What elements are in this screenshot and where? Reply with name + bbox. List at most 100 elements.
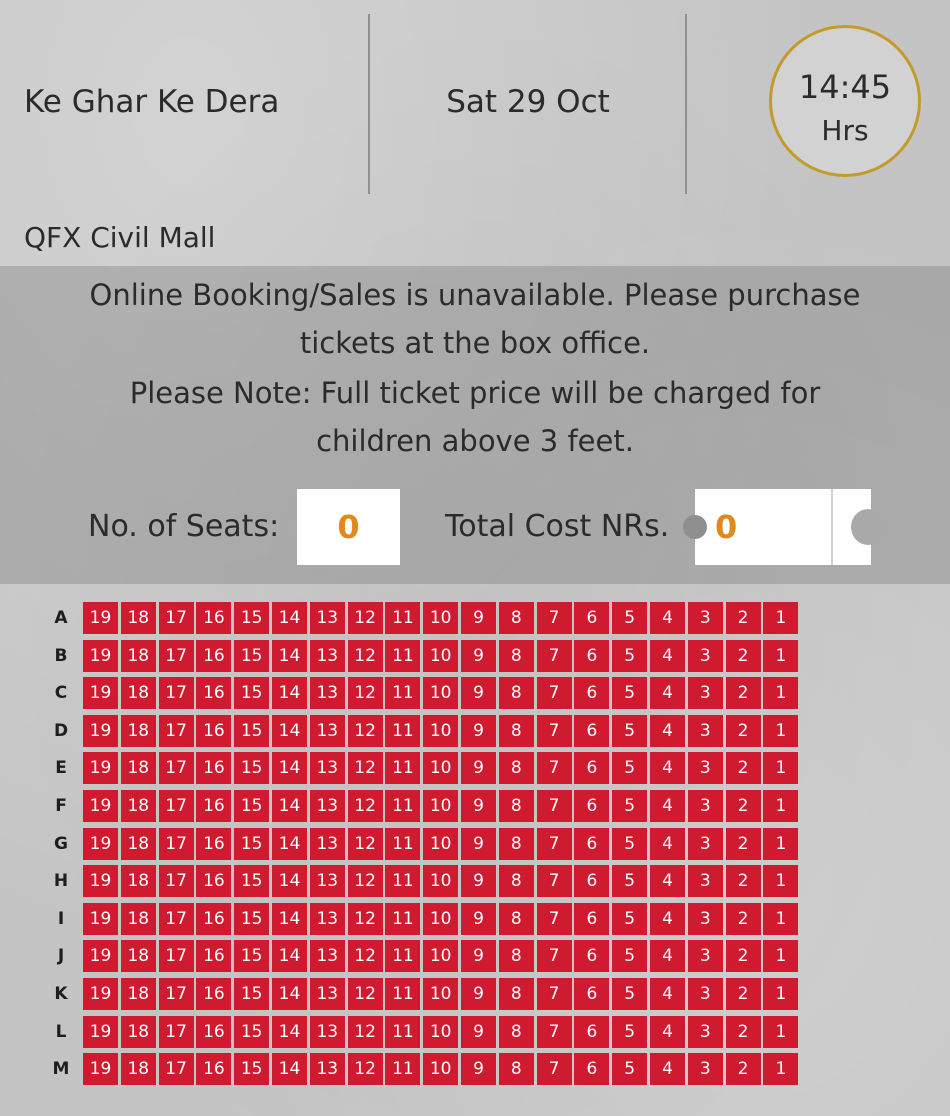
seat-d5[interactable]: 5: [612, 714, 648, 747]
seat-e3[interactable]: 3: [687, 752, 723, 785]
seat-c18[interactable]: 18: [120, 677, 156, 710]
seat-g3[interactable]: 3: [687, 827, 723, 860]
seat-a11[interactable]: 11: [385, 602, 421, 634]
seat-a3[interactable]: 3: [687, 602, 723, 634]
seat-j14[interactable]: 14: [272, 940, 307, 973]
seat-d12[interactable]: 12: [347, 714, 383, 747]
seat-g12[interactable]: 12: [347, 827, 383, 860]
seat-g5[interactable]: 5: [612, 827, 648, 860]
seat-f18[interactable]: 18: [120, 790, 156, 822]
seat-j19[interactable]: 19: [83, 940, 118, 973]
seat-d4[interactable]: 4: [650, 714, 685, 747]
seat-k11[interactable]: 11: [385, 978, 421, 1010]
seat-l15[interactable]: 15: [234, 1015, 270, 1048]
seat-c7[interactable]: 7: [536, 677, 572, 710]
seat-k3[interactable]: 3: [687, 978, 723, 1010]
seat-h19[interactable]: 19: [83, 865, 118, 898]
seat-h5[interactable]: 5: [612, 865, 648, 898]
seat-c15[interactable]: 15: [234, 677, 270, 710]
seat-f9[interactable]: 9: [461, 790, 496, 822]
seat-m14[interactable]: 14: [272, 1053, 307, 1086]
seat-m3[interactable]: 3: [687, 1053, 723, 1086]
seat-g4[interactable]: 4: [650, 827, 685, 860]
seat-d10[interactable]: 10: [423, 714, 459, 747]
seat-k6[interactable]: 6: [574, 978, 610, 1010]
seat-d18[interactable]: 18: [120, 714, 156, 747]
seat-l16[interactable]: 16: [196, 1015, 232, 1048]
seat-c14[interactable]: 14: [272, 677, 307, 710]
seat-k14[interactable]: 14: [272, 978, 307, 1010]
seat-g8[interactable]: 8: [498, 827, 534, 860]
seat-f12[interactable]: 12: [347, 790, 383, 822]
seat-f11[interactable]: 11: [385, 790, 421, 822]
seat-m18[interactable]: 18: [120, 1053, 156, 1086]
seat-a7[interactable]: 7: [536, 602, 572, 634]
seat-e2[interactable]: 2: [725, 752, 761, 785]
seat-j12[interactable]: 12: [347, 940, 383, 973]
seat-c3[interactable]: 3: [687, 677, 723, 710]
seat-i9[interactable]: 9: [461, 902, 496, 935]
seat-c9[interactable]: 9: [461, 677, 496, 710]
seat-a17[interactable]: 17: [158, 602, 194, 634]
seat-d8[interactable]: 8: [498, 714, 534, 747]
seat-b13[interactable]: 13: [309, 639, 345, 672]
seat-e18[interactable]: 18: [120, 752, 156, 785]
seat-b19[interactable]: 19: [83, 639, 118, 672]
seat-f10[interactable]: 10: [423, 790, 459, 822]
seat-i7[interactable]: 7: [536, 902, 572, 935]
seat-g1[interactable]: 1: [763, 827, 799, 860]
seat-l19[interactable]: 19: [83, 1015, 118, 1048]
seat-l8[interactable]: 8: [498, 1015, 534, 1048]
seat-c11[interactable]: 11: [385, 677, 421, 710]
seat-e14[interactable]: 14: [272, 752, 307, 785]
seat-b15[interactable]: 15: [234, 639, 270, 672]
seat-k18[interactable]: 18: [120, 978, 156, 1010]
seat-a5[interactable]: 5: [612, 602, 648, 634]
seat-d13[interactable]: 13: [309, 714, 345, 747]
seat-d9[interactable]: 9: [461, 714, 496, 747]
seat-h8[interactable]: 8: [498, 865, 534, 898]
seat-h1[interactable]: 1: [763, 865, 799, 898]
seat-j6[interactable]: 6: [574, 940, 610, 973]
seat-a10[interactable]: 10: [423, 602, 459, 634]
seat-l2[interactable]: 2: [725, 1015, 761, 1048]
seat-h11[interactable]: 11: [385, 865, 421, 898]
seat-j4[interactable]: 4: [650, 940, 685, 973]
seat-a9[interactable]: 9: [461, 602, 496, 634]
seat-l18[interactable]: 18: [120, 1015, 156, 1048]
seat-h3[interactable]: 3: [687, 865, 723, 898]
seat-k17[interactable]: 17: [158, 978, 194, 1010]
seat-k4[interactable]: 4: [650, 978, 685, 1010]
seat-e15[interactable]: 15: [234, 752, 270, 785]
seat-c6[interactable]: 6: [574, 677, 610, 710]
seat-g11[interactable]: 11: [385, 827, 421, 860]
seat-a8[interactable]: 8: [498, 602, 534, 634]
seat-e1[interactable]: 1: [763, 752, 799, 785]
seat-e5[interactable]: 5: [612, 752, 648, 785]
seat-j16[interactable]: 16: [196, 940, 232, 973]
seat-i8[interactable]: 8: [498, 902, 534, 935]
seat-i1[interactable]: 1: [763, 902, 799, 935]
seat-c13[interactable]: 13: [309, 677, 345, 710]
seat-g13[interactable]: 13: [309, 827, 345, 860]
seat-k8[interactable]: 8: [498, 978, 534, 1010]
seat-d2[interactable]: 2: [725, 714, 761, 747]
seat-g19[interactable]: 19: [83, 827, 118, 860]
seat-i18[interactable]: 18: [120, 902, 156, 935]
seat-c12[interactable]: 12: [347, 677, 383, 710]
seat-c16[interactable]: 16: [196, 677, 232, 710]
seat-i19[interactable]: 19: [83, 902, 118, 935]
seat-l11[interactable]: 11: [385, 1015, 421, 1048]
seat-e6[interactable]: 6: [574, 752, 610, 785]
seat-a12[interactable]: 12: [347, 602, 383, 634]
seat-i12[interactable]: 12: [347, 902, 383, 935]
seat-b7[interactable]: 7: [536, 639, 572, 672]
seat-c4[interactable]: 4: [650, 677, 685, 710]
seat-m6[interactable]: 6: [574, 1053, 610, 1086]
seat-e16[interactable]: 16: [196, 752, 232, 785]
seat-i11[interactable]: 11: [385, 902, 421, 935]
seat-i4[interactable]: 4: [650, 902, 685, 935]
seat-k16[interactable]: 16: [196, 978, 232, 1010]
seat-m19[interactable]: 19: [83, 1053, 118, 1086]
seat-b2[interactable]: 2: [725, 639, 761, 672]
